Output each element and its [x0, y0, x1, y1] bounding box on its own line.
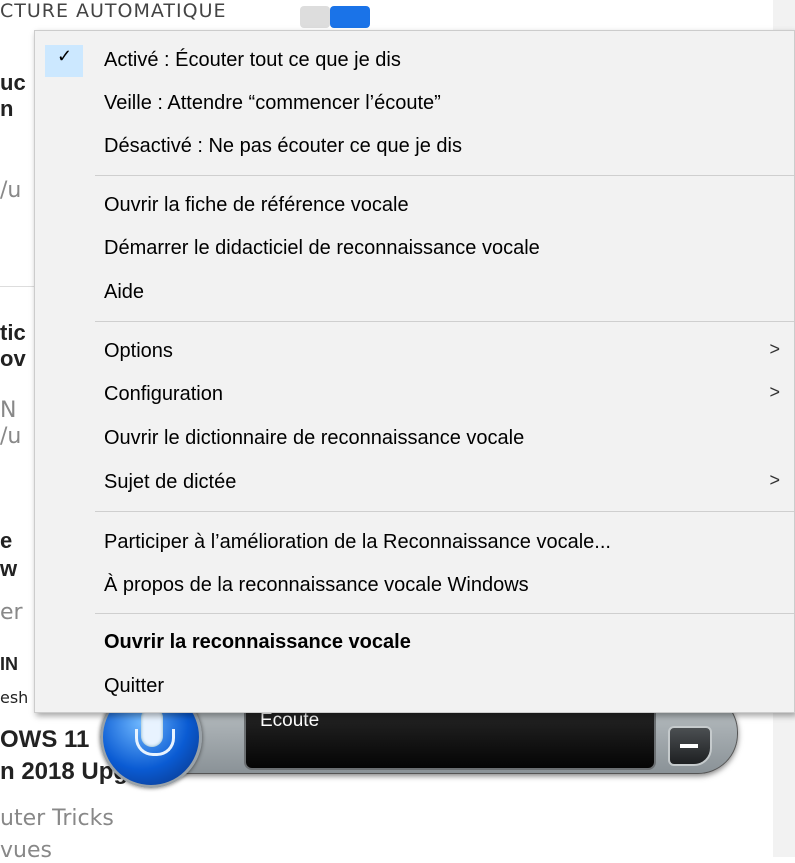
bg-section-heading: CTURE AUTOMATIQUE: [0, 0, 227, 22]
menu-item-label: Activé : Écouter tout ce que je dis: [104, 49, 401, 71]
menu-item-options[interactable]: Options >: [35, 330, 794, 372]
menu-item-about[interactable]: À propos de la reconnaissance vocale Win…: [35, 564, 794, 606]
menu-item-dictation-topic[interactable]: Sujet de dictée >: [35, 461, 794, 503]
speech-context-menu: ✓ Activé : Écouter tout ce que je dis Ve…: [34, 30, 795, 713]
menu-item-label: Participer à l’amélioration de la Reconn…: [104, 531, 611, 553]
bg-fragment: uc: [0, 70, 26, 95]
bg-fragment: ov: [0, 346, 26, 371]
bg-fragment: /u: [0, 178, 22, 203]
menu-item-participate[interactable]: Participer à l’amélioration de la Reconn…: [35, 521, 794, 563]
bg-fragment: n: [0, 96, 14, 121]
submenu-arrow-icon: >: [769, 339, 780, 359]
status-text: Écoute: [260, 710, 320, 731]
bg-fragment: uter Tricks: [0, 806, 114, 831]
bg-fragment: vues: [0, 838, 52, 863]
menu-item-open-speech[interactable]: Ouvrir la reconnaissance vocale: [35, 621, 794, 663]
submenu-arrow-icon: >: [769, 470, 780, 490]
menu-separator: [95, 175, 794, 176]
bg-toggle-on: [330, 6, 370, 28]
bg-fragment: er: [0, 600, 23, 625]
menu-item-label: Aide: [104, 281, 145, 303]
menu-item-off[interactable]: Désactivé : Ne pas écouter ce que je dis: [35, 125, 794, 167]
bg-fragment: tic: [0, 320, 26, 345]
check-icon: ✓: [57, 46, 73, 66]
menu-item-quit[interactable]: Quitter: [35, 665, 794, 707]
bg-fragment: esh: [0, 688, 29, 707]
menu-item-label: Désactivé : Ne pas écouter ce que je dis: [104, 135, 462, 157]
menu-item-label: Quitter: [104, 675, 165, 697]
bg-fragment: /u: [0, 424, 22, 449]
menu-item-label: Ouvrir la reconnaissance vocale: [104, 631, 411, 653]
menu-separator: [95, 321, 794, 322]
bg-fragment: e: [0, 528, 13, 553]
menu-item-active[interactable]: ✓ Activé : Écouter tout ce que je dis: [35, 39, 794, 81]
minimize-icon: [680, 744, 698, 748]
menu-item-label: Ouvrir la fiche de référence vocale: [104, 194, 409, 216]
menu-separator: [95, 511, 794, 512]
bg-fragment: N: [0, 398, 17, 423]
submenu-arrow-icon: >: [769, 382, 780, 402]
menu-item-sleep[interactable]: Veille : Attendre “commencer l’écoute”: [35, 82, 794, 124]
bg-article-title: OWS 11: [0, 726, 90, 753]
menu-item-reference-card[interactable]: Ouvrir la fiche de référence vocale: [35, 184, 794, 226]
menu-item-tutorial[interactable]: Démarrer le didacticiel de reconnaissanc…: [35, 227, 794, 269]
menu-item-label: Veille : Attendre “commencer l’écoute”: [104, 92, 441, 114]
bg-toggle-off: [300, 6, 330, 28]
menu-item-label: Démarrer le didacticiel de reconnaissanc…: [104, 237, 540, 259]
menu-item-label: Configuration: [104, 383, 223, 405]
menu-item-label: À propos de la reconnaissance vocale Win…: [104, 574, 529, 596]
menu-item-label: Options: [104, 340, 173, 362]
menu-item-label: Ouvrir le dictionnaire de reconnaissance…: [104, 427, 525, 449]
menu-item-label: Sujet de dictée: [104, 471, 237, 493]
microphone-stand-icon: [135, 729, 175, 756]
minimize-button[interactable]: [668, 726, 712, 766]
menu-separator: [95, 613, 794, 614]
bg-fragment: w: [0, 556, 18, 581]
menu-item-dictionary[interactable]: Ouvrir le dictionnaire de reconnaissance…: [35, 417, 794, 459]
bg-fragment: IN: [0, 654, 18, 674]
menu-item-configuration[interactable]: Configuration >: [35, 373, 794, 415]
menu-item-help[interactable]: Aide: [35, 271, 794, 313]
